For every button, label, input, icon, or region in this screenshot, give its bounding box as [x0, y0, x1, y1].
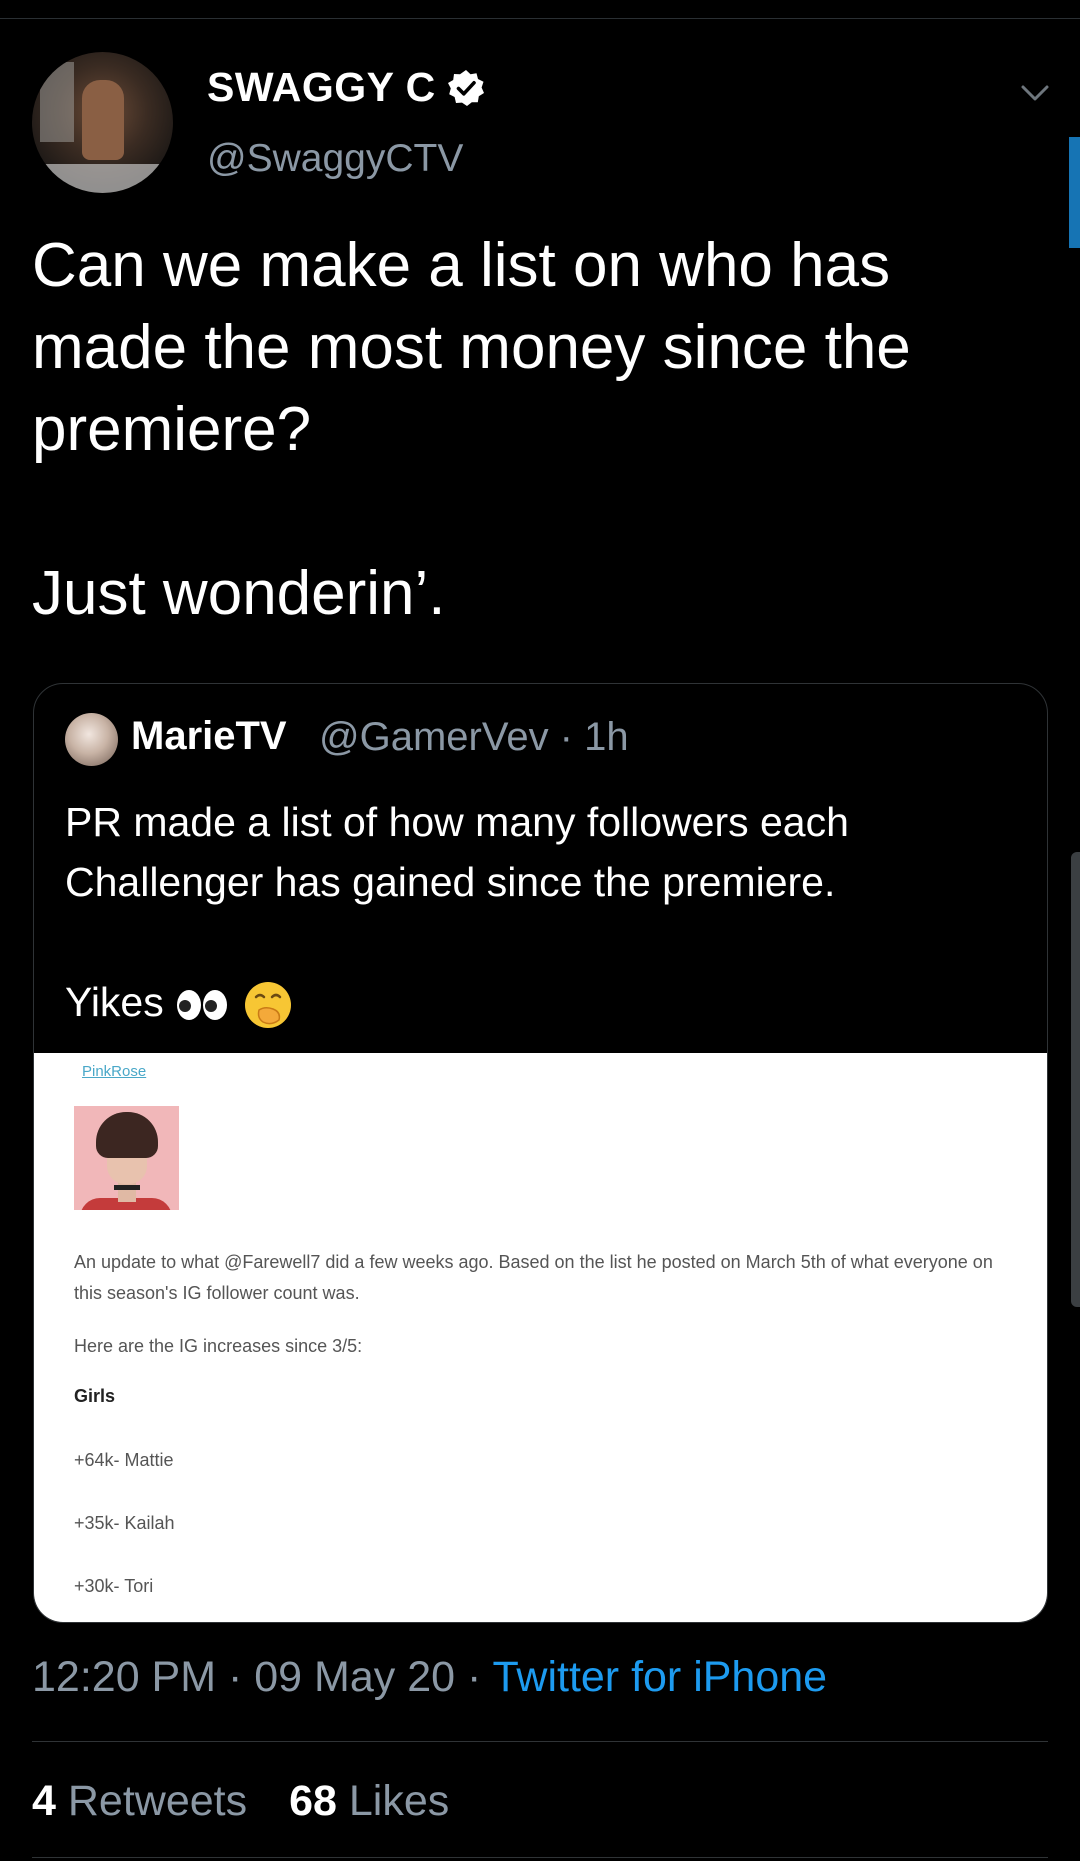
image-list-item: +35k- Kailah	[74, 1513, 175, 1533]
display-name[interactable]: SWAGGY C	[207, 64, 436, 111]
quoted-display-name: MarieTV	[131, 714, 287, 758]
divider	[32, 1741, 1048, 1742]
verified-badge-icon	[448, 70, 484, 106]
image-username: PinkRose	[82, 1063, 147, 1080]
image-paragraph: An update to what @Farewell7 did a few w…	[74, 1252, 993, 1303]
scrollbar-handle[interactable]	[1071, 852, 1080, 1307]
quoted-tweet-text: PR made a list of how many followers eac…	[65, 792, 1025, 1032]
quoted-text-paragraph: PR made a list of how many followers eac…	[65, 799, 849, 905]
likes-stat[interactable]: 68 Likes	[289, 1777, 449, 1825]
eyes-icon	[176, 990, 227, 1021]
divider	[32, 1857, 1048, 1858]
avatar[interactable]	[32, 52, 173, 193]
tweet-text-paragraph: Just wonderin’.	[32, 559, 446, 628]
scroll-indicator	[1069, 137, 1080, 248]
retweets-stat[interactable]: 4 Retweets	[32, 1777, 247, 1825]
quoted-attached-image[interactable]: PinkRose An update to what @Farewell7 di…	[34, 1053, 1047, 1622]
quoted-handle-time: @GamerVev · 1h	[319, 715, 629, 759]
quoted-text-yikes: Yikes	[65, 979, 164, 1025]
user-handle[interactable]: @SwaggyCTV	[207, 137, 463, 181]
image-heading: Girls	[74, 1386, 116, 1406]
image-avatar	[74, 1106, 179, 1210]
quoted-tweet-card[interactable]: MarieTV @GamerVev · 1h PR made a list of…	[33, 683, 1048, 1623]
image-list-item: +30k- Tori	[74, 1576, 154, 1596]
quoted-avatar[interactable]	[65, 713, 118, 766]
top-divider	[0, 18, 1080, 19]
engagement-stats: 4 Retweets 68 Likes	[32, 1777, 479, 1826]
chevron-down-icon[interactable]	[1018, 76, 1052, 110]
hand-over-mouth-icon	[245, 982, 292, 1029]
source-link[interactable]: Twitter for iPhone	[493, 1653, 828, 1701]
timestamp: 12:20 PM · 09 May 20 ·	[32, 1653, 493, 1701]
image-list-item: +64k- Mattie	[74, 1450, 174, 1470]
tweet-text-paragraph: Can we make a list on who has made the m…	[32, 231, 911, 464]
tweet-text: Can we make a list on who has made the m…	[32, 225, 1042, 635]
image-paragraph: Here are the IG increases since 3/5:	[74, 1336, 363, 1356]
timestamp-row: 12:20 PM · 09 May 20 · Twitter for iPhon…	[32, 1653, 827, 1702]
quoted-text-paragraph: Yikes	[65, 972, 1025, 1032]
emoji-group	[174, 972, 293, 1032]
